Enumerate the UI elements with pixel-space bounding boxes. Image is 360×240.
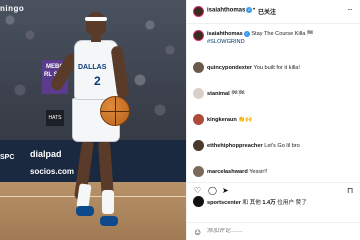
liked-by-count[interactable]: 1.4万 xyxy=(262,200,275,206)
arena-hat-sign: HATS xyxy=(46,110,64,126)
follow-button[interactable]: 已关注 xyxy=(258,7,276,16)
liked-by-middle: 和 其他 xyxy=(242,200,261,206)
comment-avatar[interactable] xyxy=(193,62,204,73)
comment-username[interactable]: kingkeraun xyxy=(207,117,237,123)
jersey-team-text: DALLAS xyxy=(78,64,107,71)
player-right-shoe xyxy=(100,216,118,226)
author-username[interactable]: isaiahthomas ✓ xyxy=(207,7,253,14)
comment-icon[interactable]: ◯ xyxy=(208,186,217,195)
jersey-number: 2 xyxy=(94,74,101,88)
ad-left-text: SPC xyxy=(0,154,15,161)
caption-text: Stay The Course Killa 🏁 xyxy=(251,31,314,37)
basketball-player: DALLAS 2 xyxy=(48,12,134,234)
comment-text-block: stanimal 🏁🏁 xyxy=(207,90,355,98)
send-icon[interactable]: ➤ xyxy=(222,186,229,195)
comment-username[interactable]: stanimal xyxy=(207,91,230,97)
ad-dialpad-text: dialpad xyxy=(30,149,62,159)
add-comment-input[interactable] xyxy=(207,228,327,234)
comment-avatar[interactable] xyxy=(193,88,204,99)
comment-text-block: quincypondexter You built for it killa! xyxy=(207,64,355,72)
comment-text: You built for it killa! xyxy=(253,65,300,71)
comment-text: 🏁🏁 xyxy=(231,91,246,97)
action-bar: ♡ ◯ ➤ ⊓ xyxy=(187,182,360,195)
comment-username[interactable]: quincypondexter xyxy=(207,65,252,71)
add-comment-row: ☺ xyxy=(187,222,360,240)
liked-by-text: sportscenter 和 其他 1.4万 位用户 赞了 xyxy=(207,198,357,206)
bookmark-icon[interactable]: ⊓ xyxy=(347,186,353,195)
emoji-icon[interactable]: ☺ xyxy=(193,227,202,237)
player-head xyxy=(86,12,106,36)
comment-username[interactable]: marcelashward xyxy=(207,169,248,175)
player-right-sock xyxy=(102,190,114,214)
header-separator: • xyxy=(253,7,256,13)
author-avatar[interactable] xyxy=(193,6,204,17)
comment-text: Yessir!! xyxy=(249,169,268,175)
more-options-icon[interactable]: ··· xyxy=(347,5,353,14)
caption-text-block: isaiahthomas ✓ Stay The Course Killa 🏁 #S… xyxy=(207,30,355,46)
liked-by-suffix: 位用户 赞了 xyxy=(277,200,307,206)
caption-hashtag[interactable]: #SLOWGRIND xyxy=(207,39,245,45)
comments-panel: isaiahthomas ✓ • 已关注 ··· isaiahthomas ✓ St… xyxy=(186,0,360,240)
post-header: isaiahthomas ✓ • 已关注 ··· xyxy=(187,0,360,24)
basketball xyxy=(100,96,130,126)
caption-username[interactable]: isaiahthomas xyxy=(207,31,243,37)
caption-avatar[interactable] xyxy=(193,30,204,41)
verified-badge-icon: ✓ xyxy=(246,7,253,13)
comment-text: 👏🙌 xyxy=(238,117,253,123)
comment-avatar[interactable] xyxy=(193,166,204,177)
comment-avatar[interactable] xyxy=(193,140,204,151)
comment-text-block: marcelashward Yessir!! xyxy=(207,168,355,176)
comment-text-block: kingkeraun 👏🙌 xyxy=(207,116,355,124)
caption-verified-badge-icon: ✓ xyxy=(243,30,250,37)
comment-text-block: etthehiphoppreacher Let's Go lil bro xyxy=(207,142,355,150)
comment-avatar[interactable] xyxy=(193,114,204,125)
heart-icon[interactable]: ♡ xyxy=(194,186,201,195)
player-left-sock xyxy=(76,183,92,209)
player-headband xyxy=(85,17,107,21)
player-left-shoe xyxy=(76,206,94,216)
post-photo[interactable]: ningo MEBO RL SPC HATS SPC dialpad socio… xyxy=(0,0,186,240)
liked-by-avatar[interactable] xyxy=(193,196,204,207)
liked-by-user[interactable]: sportscenter xyxy=(207,200,241,206)
photo-corner-text: ningo xyxy=(0,4,25,13)
comment-text: Let's Go lil bro xyxy=(264,143,300,149)
comment-username[interactable]: etthehiphoppreacher xyxy=(207,143,263,149)
